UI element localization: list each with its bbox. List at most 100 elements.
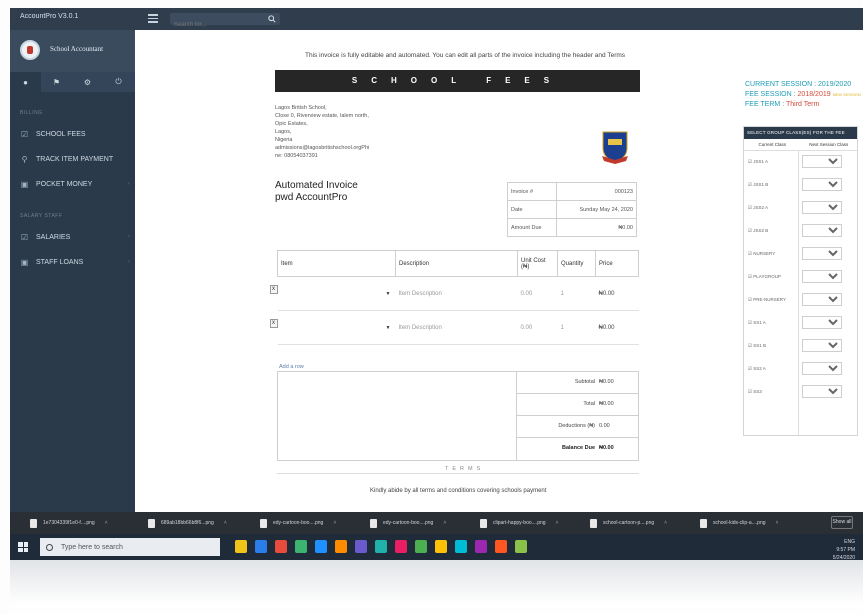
sidebar-item-pocket-money[interactable]: ▣ POCKET MONEY ‹ [20,177,130,191]
invoice-title[interactable]: Automated Invoice pwd AccountPro [275,180,358,204]
chevron-up-icon[interactable]: ˄ [556,520,559,526]
taskbar-app-icon[interactable] [295,540,307,553]
flag-icon[interactable]: ⚑ [41,72,72,92]
unit-cost-field[interactable]: 0.00 [517,310,558,345]
system-tray[interactable]: ENG 9:57 PM 5/24/2020 [833,538,855,562]
download-item[interactable]: 689ab18bb66b8f6...png ˄ [148,517,227,529]
quantity-field[interactable]: 1 [557,276,596,311]
sidebar-section-billing: BILLING [20,110,43,116]
next-class-select[interactable] [802,178,842,191]
next-class-select[interactable] [802,270,842,283]
gear-icon[interactable]: ⚙ [72,72,103,92]
next-class-select[interactable] [802,224,842,237]
sidebar-item-staff-loans[interactable]: ▣ STAFF LOANS ‹ [20,255,130,269]
windows-start-icon[interactable] [18,542,28,552]
taskbar-search[interactable]: Type here to search [40,538,220,556]
download-item[interactable]: edy-cartoon-boo....png ˄ [260,517,336,529]
taskbar-app-icon[interactable] [395,540,407,553]
total-row: Total ₦0.00 [517,394,639,416]
chevron-up-icon[interactable]: ˄ [776,520,779,526]
chevron-up-icon[interactable]: ˄ [333,520,336,526]
quantity-field[interactable]: 1 [557,310,596,345]
taskbar-app-icon[interactable] [435,540,447,553]
new-session-link[interactable]: NEW SESSION [833,92,861,97]
item-description-field[interactable]: Item Description [395,310,518,345]
taskbar-app-icon[interactable] [315,540,327,553]
class-checkbox[interactable]: ☑ SS1 A [748,320,766,326]
next-class-select[interactable] [802,201,842,214]
download-item[interactable]: clipart-happy-boo....png ˄ [480,517,558,529]
taskbar-app-icon[interactable] [415,540,427,553]
taskbar-app-icon[interactable] [355,540,367,553]
next-class-select[interactable] [802,155,842,168]
chevron-up-icon[interactable]: ˄ [105,520,108,526]
taskbar-app-icon[interactable] [335,540,347,553]
class-checkbox[interactable]: ☑ JSS2 B [748,228,768,234]
chevron-up-icon[interactable]: ˄ [443,520,446,526]
table-row: Date Sunday May 24, 2020 [506,200,637,219]
item-select[interactable]: x ▼ [269,276,396,311]
item-description-field[interactable]: Item Description [395,276,518,311]
taskbar-app-icon[interactable] [475,540,487,553]
search-icon[interactable] [268,15,276,23]
taskbar-app-icon[interactable] [275,540,287,553]
taskbar-app-icon[interactable] [495,540,507,553]
class-checkbox[interactable]: ☑ JSS1 A [748,159,768,165]
show-all-button[interactable]: Show all [831,516,853,529]
school-address[interactable]: Lagos British School, Close 0, Riverview… [275,104,369,160]
class-checkbox[interactable]: ☑ SS1 B [748,343,766,349]
table-row: x ▼ Item Description 0.00 1 ₦0.00 [269,276,639,311]
delete-row-icon[interactable]: x [269,319,278,328]
add-row-link[interactable]: Add a row [279,364,304,370]
class-checkbox[interactable]: ☑ JSS2 A [748,205,768,211]
taskbar-app-icon[interactable] [455,540,467,553]
chevron-up-icon[interactable]: ˄ [664,520,667,526]
taskbar-app-icon[interactable] [235,540,247,553]
sidebar-item-school-fees[interactable]: ☑ SCHOOL FEES [20,127,130,141]
power-icon[interactable]: ⏻ [103,72,134,92]
balance-due-value: ₦0.00 [599,445,614,451]
delete-row-icon[interactable]: x [269,285,278,294]
class-checkbox[interactable]: ☑ PLAYGROUP [748,274,781,280]
deductions-field[interactable]: 0.00 [599,423,610,429]
menu-toggle-icon[interactable] [148,14,158,23]
download-item[interactable]: edy-cartoon-boo....png ˄ [370,517,446,529]
taskbar-app-icon[interactable] [515,540,527,553]
unit-cost-field[interactable]: 0.00 [517,276,558,311]
invoice-number-field[interactable]: 000123 [556,182,637,201]
sidebar-item-track-item-payment[interactable]: ⚲ TRACK ITEM PAYMENT [20,152,130,166]
taskbar-app-icon[interactable] [255,540,267,553]
download-item[interactable]: school-kids-clip-a....png ˄ [700,517,778,529]
next-class-select[interactable] [802,339,842,352]
next-class-select[interactable] [802,316,842,329]
class-checkbox[interactable]: ☑ SS2 A [748,366,766,372]
next-class-select[interactable] [802,362,842,375]
download-item[interactable]: 1e7304339f1e0-f....png ˄ [30,517,108,529]
class-checkbox[interactable]: ☑ NURSERY [748,251,775,257]
next-class-select[interactable] [802,293,842,306]
item-select[interactable]: x ▼ [269,310,396,345]
download-item[interactable]: school-cartoon-p....png ˄ [590,517,667,529]
invoice-banner[interactable]: SCHOOL FEES [275,70,640,92]
school-crest-logo [602,131,628,164]
class-checkbox[interactable]: ☑ SS3 [748,389,762,395]
dropdown-arrow-icon[interactable]: ▼ [386,325,391,331]
next-class-select[interactable] [802,385,842,398]
session-info: CURRENT SESSION : 2019/2020 FEE SESSION … [745,80,863,110]
balance-due-label: Balance Due [561,445,595,451]
taskbar-app-icon[interactable] [375,540,387,553]
users-icon[interactable]: ● [10,72,41,92]
class-selection-panel: SELECT GROUP CLASS(ES) FOR THE FEE Curre… [743,126,858,436]
chevron-up-icon[interactable]: ˄ [224,520,227,526]
class-checkbox[interactable]: ☑ PRE-NURSERY [748,297,786,303]
table-row: Invoice # 000123 [506,182,637,201]
user-name[interactable]: School Accountant [50,45,103,53]
class-checkbox[interactable]: ☑ JSS1 B [748,182,768,188]
terms-text[interactable]: Kindly abide by all terms and conditions… [370,488,546,494]
sidebar-item-salaries[interactable]: ☑ SALARIES ‹ [20,230,130,244]
dropdown-arrow-icon[interactable]: ▼ [386,291,391,297]
table-header-row: Item Description Unit Cost (₦) Quantity … [277,250,639,277]
invoice-date-field[interactable]: Sunday May 24, 2020 [556,200,637,219]
app-brand[interactable]: AccountPro V3.0.1 [20,13,78,20]
next-class-select[interactable] [802,247,842,260]
